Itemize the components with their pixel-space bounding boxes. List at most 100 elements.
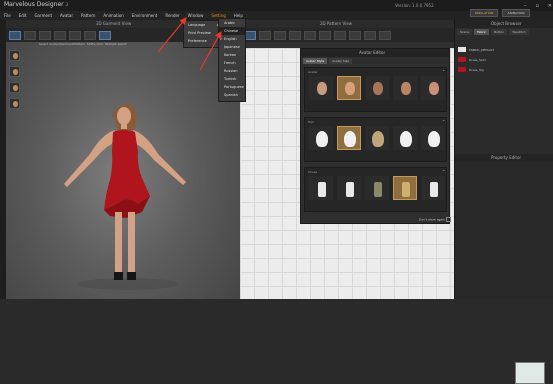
avatar-toggle-button[interactable] <box>9 50 20 61</box>
tab-scene[interactable]: Scene <box>457 29 473 35</box>
app-title: Marvelous Designer 3 <box>4 1 68 8</box>
menu-edit[interactable]: Edit <box>19 13 27 18</box>
shoe-thumbnail[interactable] <box>393 176 417 200</box>
fold-tool-button[interactable] <box>69 30 81 40</box>
language-turkish[interactable]: Turkish <box>219 75 245 83</box>
avatar-thumbnail[interactable] <box>393 76 417 100</box>
menu-avatar[interactable]: Avatar <box>60 13 73 18</box>
shoe-thumbnail[interactable] <box>337 176 361 200</box>
seam-tool-button[interactable] <box>304 30 316 40</box>
menu-animation[interactable]: Animation <box>103 13 123 18</box>
menu-pattern[interactable]: Pattern <box>81 13 95 18</box>
app-title-text: Marvelous Designer <box>4 1 64 8</box>
transform-tool-button[interactable] <box>24 30 36 40</box>
avatar-thumbnail[interactable] <box>309 76 333 100</box>
hair-thumbnail[interactable] <box>309 126 333 150</box>
section-hair: Hair ⌃ <box>304 117 447 162</box>
grade-button[interactable] <box>364 30 376 40</box>
viewport-2d-toolbar <box>240 28 454 42</box>
avatar-thumbnail[interactable] <box>421 76 445 100</box>
property-editor-title: Property Editor <box>491 155 522 160</box>
shoe-thumbnail[interactable] <box>309 176 333 200</box>
shoe-thumbnail[interactable] <box>421 176 445 200</box>
tab-avatar-size[interactable]: Avatar Size <box>329 58 353 64</box>
language-french[interactable]: French <box>219 59 245 67</box>
close-icon[interactable]: ✕ <box>548 3 552 9</box>
menu-item-language-label: Language <box>188 23 206 27</box>
avatar-thumbnail[interactable] <box>337 76 361 100</box>
language-arabic[interactable]: Arabic <box>219 19 245 27</box>
tab-avatar-style[interactable]: Avatar Style <box>303 58 328 64</box>
language-korean[interactable]: Korean <box>219 51 245 59</box>
collapse-icon[interactable]: ⌃ <box>442 119 445 124</box>
view-mode-button[interactable] <box>99 30 111 40</box>
language-russian[interactable]: Russian <box>219 67 245 75</box>
language-english[interactable]: ✔ English <box>219 35 245 43</box>
object-browser-title: Object Browser <box>491 21 522 26</box>
language-portuguese[interactable]: Portuguese <box>219 83 245 91</box>
avatar-face-button[interactable] <box>9 98 20 109</box>
tab-topstitch[interactable]: Topstitch <box>509 29 529 35</box>
viewport-3d[interactable]: 3D Garment View Select Avatar/Garment/Pa… <box>6 20 240 299</box>
collapse-icon[interactable]: ⌃ <box>442 69 445 74</box>
shoe-thumbnail[interactable] <box>365 176 389 200</box>
menu-window[interactable]: Window <box>188 13 204 18</box>
menu-render[interactable]: Render <box>165 13 179 18</box>
hair-thumbnail[interactable] <box>421 126 445 150</box>
language-japanese[interactable]: Japanese <box>219 43 245 51</box>
avatar-pose-button[interactable] <box>9 82 20 93</box>
dont-show-again-label: Don't show again <box>419 217 446 222</box>
language-chinese[interactable]: Chinese <box>219 27 245 35</box>
fabric-item-label: FABRIC_DEFAULT <box>469 47 495 52</box>
tack-tool-button[interactable] <box>54 30 66 40</box>
setting-dropdown-menu: Language ▸ Print Preview Preference <box>183 20 223 48</box>
select-tool-button[interactable] <box>9 30 21 40</box>
fabric-item[interactable]: FABRIC_DEFAULT <box>458 46 551 53</box>
pin-tool-button[interactable] <box>39 30 51 40</box>
animation-button[interactable]: ANIMATION <box>502 9 530 17</box>
minimize-icon[interactable]: – <box>524 3 527 9</box>
rectangle-tool-button[interactable] <box>274 30 286 40</box>
menu-file[interactable]: File <box>4 13 11 18</box>
checkbox-icon[interactable] <box>446 217 452 222</box>
snap-button[interactable] <box>379 30 391 40</box>
collapse-icon[interactable]: ⌃ <box>442 169 445 174</box>
fabric-item-label: Dress_Skirt <box>469 57 486 62</box>
fabric-item[interactable]: Dress_Skirt <box>458 56 551 63</box>
tab-button[interactable]: Button <box>491 29 508 35</box>
right-panel: Object Browser Scene Fabric Button Topst… <box>454 20 553 384</box>
fabric-swatch <box>458 57 466 62</box>
language-spanish[interactable]: Spanish <box>219 91 245 99</box>
menu-garment[interactable]: Garment <box>34 13 52 18</box>
version-value: 1.0.0.7952 <box>412 3 434 8</box>
menu-item-preference[interactable]: Preference <box>184 37 222 45</box>
menu-environment[interactable]: Environment <box>132 13 158 18</box>
hair-thumbnail[interactable] <box>365 126 389 150</box>
hair-thumbnail[interactable] <box>337 126 361 150</box>
app-version-badge: 3 <box>65 2 69 7</box>
circle-tool-button[interactable] <box>289 30 301 40</box>
property-editor-header: Property Editor <box>455 154 553 162</box>
fabric-item[interactable]: Dress_Top <box>458 66 551 73</box>
polygon-tool-button[interactable] <box>259 30 271 40</box>
avatar-skin-button[interactable] <box>9 66 20 77</box>
section-avatar: Avatar ⌃ <box>304 67 447 112</box>
arrange-button[interactable] <box>334 30 346 40</box>
menu-item-language[interactable]: Language ▸ <box>184 21 222 29</box>
simulation-button[interactable]: SIMULATION <box>470 9 498 17</box>
maximize-icon[interactable]: ▫ <box>535 3 538 9</box>
avatar-figure[interactable] <box>58 92 194 292</box>
avatar-display-controls <box>9 50 21 114</box>
edit-point-button[interactable] <box>319 30 331 40</box>
dont-show-again[interactable]: Don't show again <box>419 217 452 222</box>
section-label-shoes: Shoes <box>308 170 318 174</box>
version-label: Version: <box>395 3 412 8</box>
menu-item-print-preview[interactable]: Print Preview <box>184 29 222 37</box>
texture-button[interactable] <box>349 30 361 40</box>
avatar-thumbnail[interactable] <box>365 76 389 100</box>
library-header: Avatar Editor <box>301 49 449 57</box>
library-title: Avatar Editor <box>359 50 386 55</box>
measure-tool-button[interactable] <box>84 30 96 40</box>
tab-fabric[interactable]: Fabric <box>474 29 490 35</box>
hair-thumbnail[interactable] <box>393 126 417 150</box>
